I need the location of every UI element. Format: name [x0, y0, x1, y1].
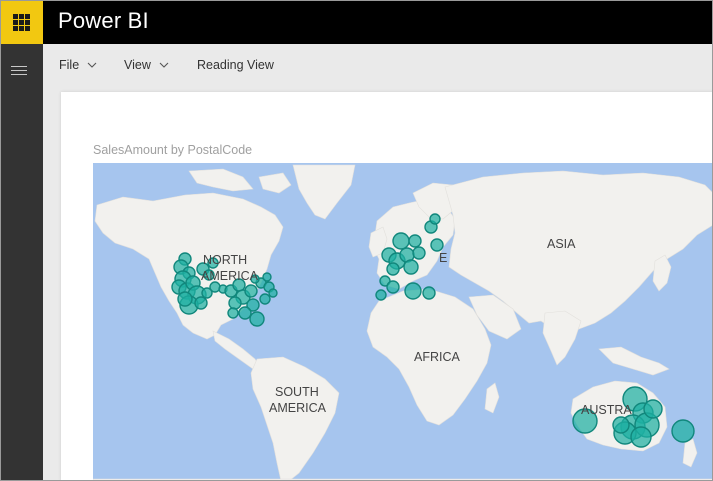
new-zealand-shape: [682, 438, 698, 468]
report-toolbar: File View Reading View: [43, 44, 713, 88]
bubble-marker: [228, 296, 242, 310]
bubble-marker: [412, 246, 426, 260]
bubble-marker: [671, 419, 695, 443]
file-menu-button[interactable]: File: [59, 58, 97, 72]
japan-shape: [652, 254, 672, 292]
asia-label: ASIA: [547, 237, 576, 251]
view-menu-label: View: [124, 58, 151, 72]
bubble-marker: [249, 311, 265, 327]
world-map-svg: [93, 164, 713, 481]
bubble-marker: [612, 416, 630, 434]
app-title[interactable]: Power BI: [58, 8, 149, 34]
bubble-marker: [201, 287, 213, 299]
bubble-marker: [386, 280, 400, 294]
reading-view-label: Reading View: [197, 58, 274, 72]
india-shape: [542, 310, 582, 366]
top-bar: Power BI: [0, 0, 713, 44]
bubble-marker: [244, 284, 258, 298]
bubble-marker: [262, 272, 272, 282]
chevron-down-icon: [87, 62, 97, 68]
arctic-islands-shape-2: [258, 172, 292, 194]
chevron-down-icon: [159, 62, 169, 68]
africa-label: AFRICA: [414, 350, 460, 364]
left-nav: [0, 44, 43, 481]
north-america-label-line2: AMERICA: [201, 269, 258, 283]
bubble-marker: [227, 307, 239, 319]
bubble-marker: [430, 238, 444, 252]
bubble-marker: [268, 288, 278, 298]
reading-view-button[interactable]: Reading View: [197, 58, 274, 72]
europe-label: E: [439, 251, 448, 265]
file-menu-label: File: [59, 58, 80, 72]
bubble-marker: [177, 291, 193, 307]
app-launcher-button[interactable]: [0, 0, 43, 44]
map-visual[interactable]: NORTH AMERICA E ASIA AFRICA SOUTH AMERIC…: [93, 163, 713, 481]
bubble-marker: [386, 262, 400, 276]
south-america-label-line2: AMERICA: [269, 401, 326, 415]
se-asia-islands-shape: [598, 346, 670, 376]
bubble-marker: [429, 213, 441, 225]
hamburger-menu-icon[interactable]: [11, 66, 27, 78]
north-america-label-line1: NORTH: [203, 253, 248, 267]
greenland-shape: [292, 164, 356, 220]
bubble-marker: [422, 286, 436, 300]
bubble-marker: [643, 399, 663, 419]
bubble-marker: [392, 232, 410, 250]
bubble-marker: [403, 259, 419, 275]
bubble-marker: [238, 306, 252, 320]
bubble-marker: [630, 426, 652, 448]
bubble-marker: [404, 282, 422, 300]
madagascar-shape: [484, 382, 500, 414]
bubble-marker: [259, 293, 271, 305]
bubble-marker: [375, 289, 387, 301]
south-america-shape: [250, 356, 340, 481]
bubble-marker: [194, 296, 208, 310]
visual-title: SalesAmount by PostalCode: [93, 143, 253, 157]
central-america-shape: [212, 330, 262, 370]
view-menu-button[interactable]: View: [124, 58, 169, 72]
south-america-label-line1: SOUTH: [275, 385, 319, 399]
australia-label: AUSTRA: [581, 403, 632, 417]
bubble-marker: [408, 234, 422, 248]
waffle-icon: [13, 13, 30, 31]
arctic-islands-shape: [188, 168, 254, 192]
